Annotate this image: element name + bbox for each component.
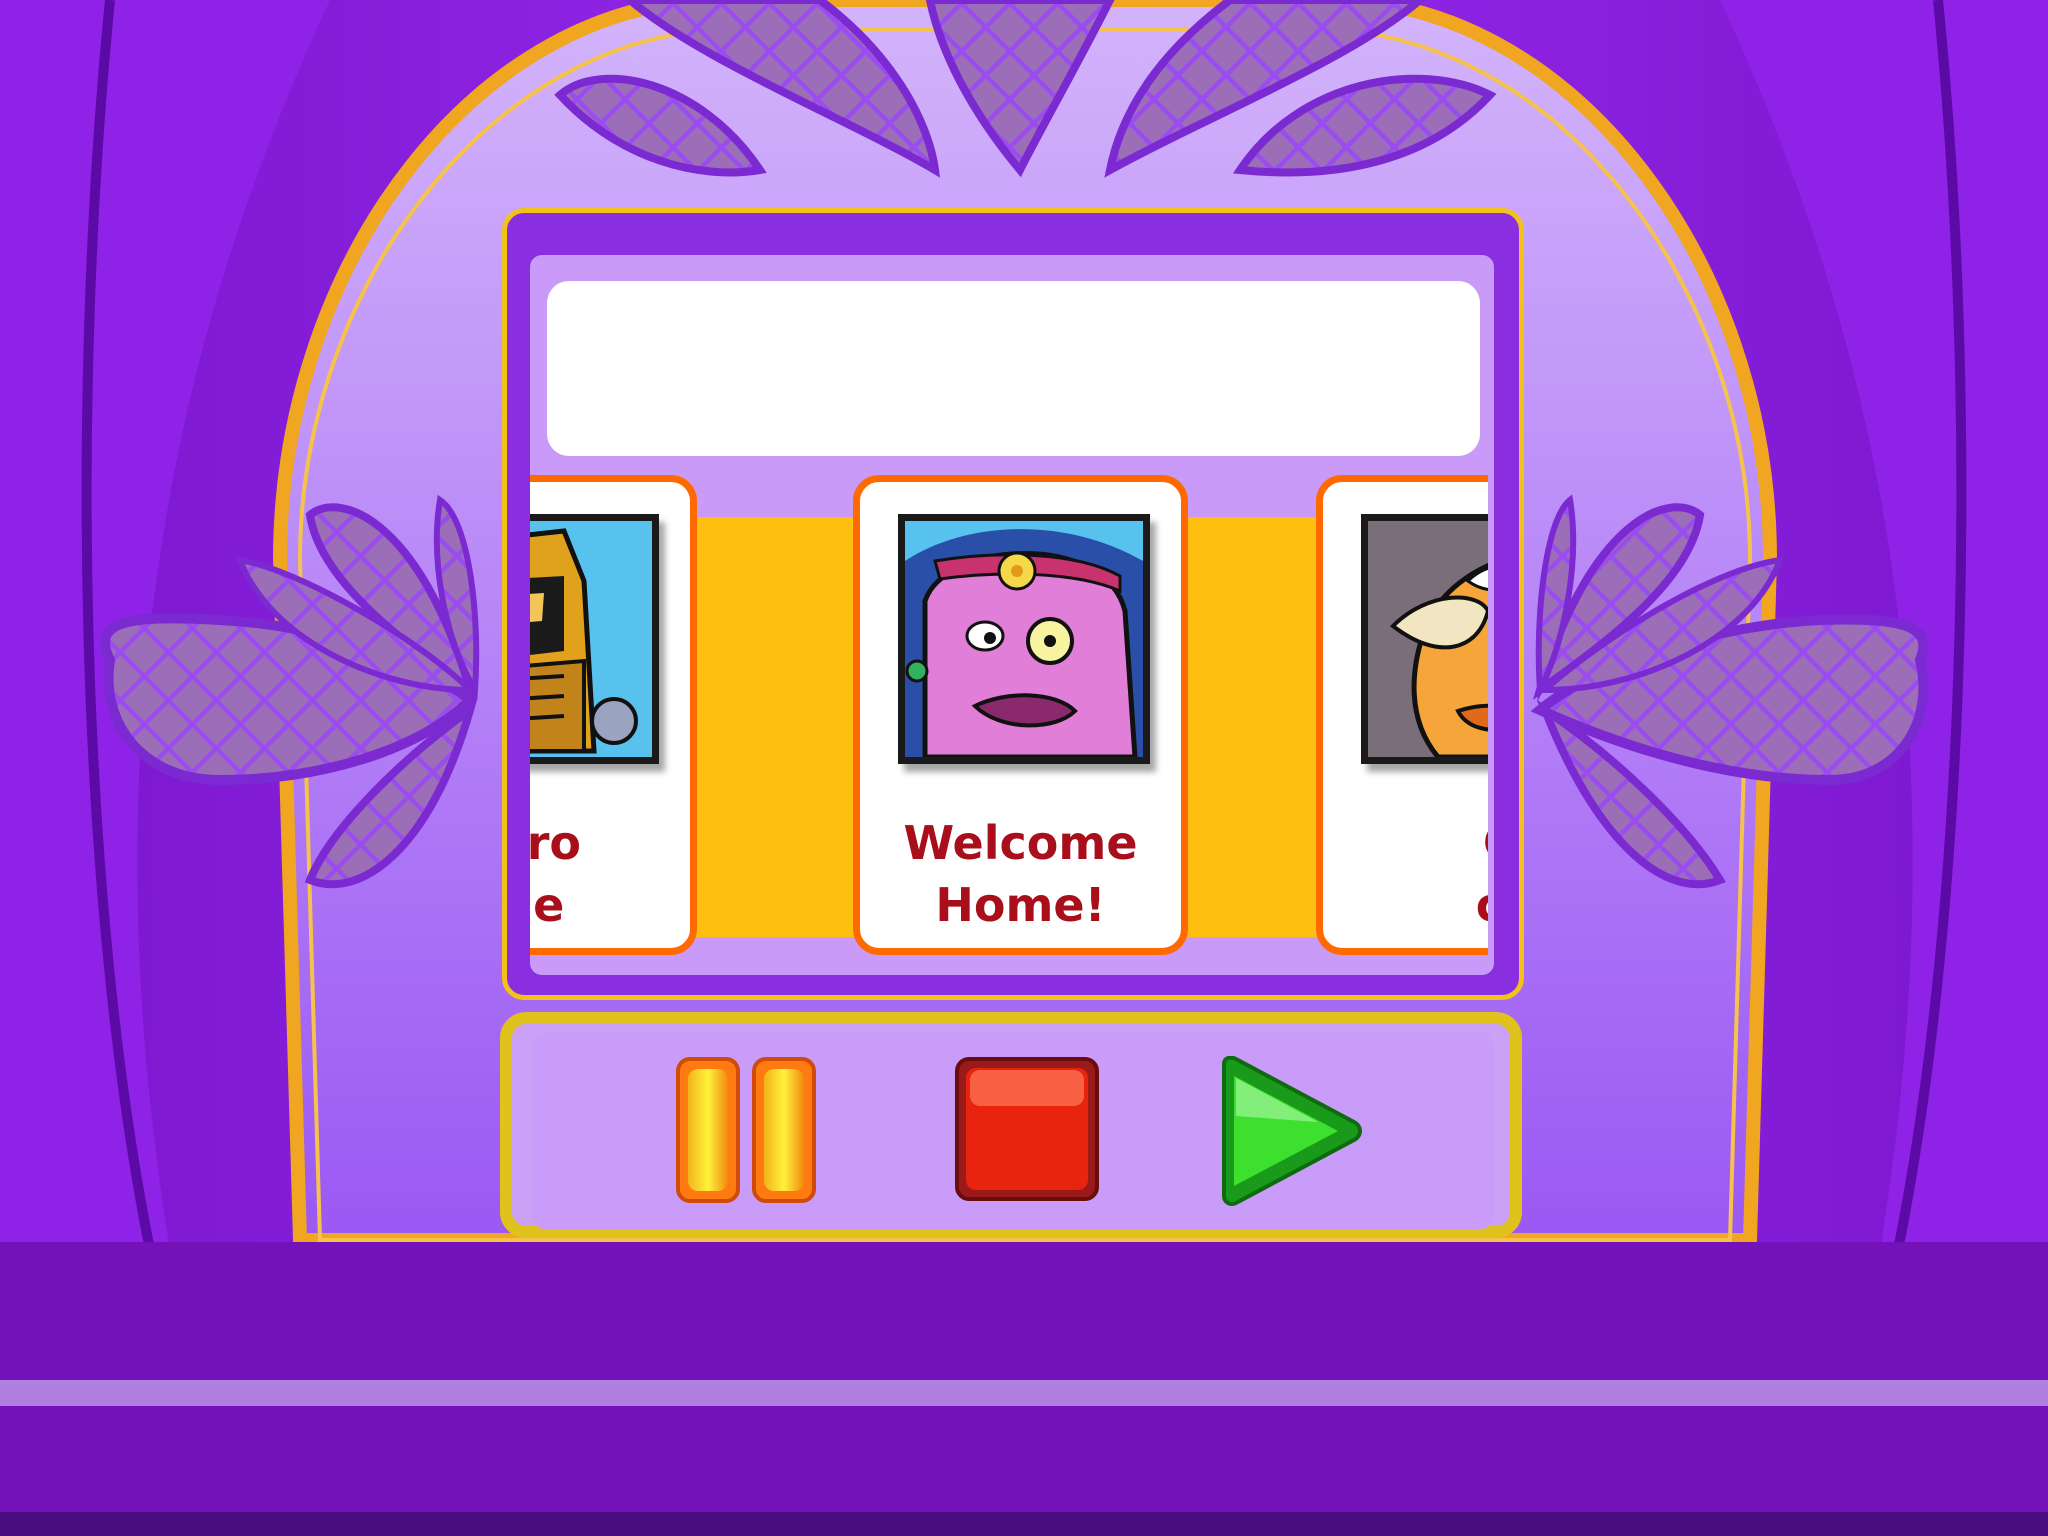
play-icon — [1222, 1055, 1362, 1207]
episode-card-cack[interactable]: Cack, cacka — [1316, 475, 1488, 955]
stop-button[interactable] — [954, 1056, 1100, 1202]
pause-icon — [676, 1057, 816, 1203]
episode-card-hero[interactable]: Hero side — [530, 475, 697, 955]
furry-lady-character-icon — [905, 521, 1143, 757]
rhino-character-icon — [1368, 521, 1488, 757]
episode-label: Hero side — [530, 816, 581, 932]
episode-card-welcome-home[interactable]: Welcome Home! — [853, 475, 1188, 955]
episode-thumbnail — [898, 514, 1150, 764]
floor-edge — [0, 1512, 2048, 1536]
episode-label: Cack, cacka — [1323, 812, 1488, 936]
episode-label: Welcome Home! — [903, 816, 1138, 932]
episode-thumbnail — [1361, 514, 1488, 764]
episode-carousel[interactable]: Hero side Welcome Home! — [530, 475, 1488, 965]
pause-button[interactable] — [675, 1056, 817, 1204]
episode-thumbnail — [530, 514, 659, 764]
play-button[interactable] — [1218, 1055, 1364, 1207]
knight-character-icon — [530, 521, 652, 757]
floor-stripe — [0, 1380, 2048, 1406]
stop-icon — [955, 1057, 1099, 1201]
title-box — [547, 281, 1480, 456]
